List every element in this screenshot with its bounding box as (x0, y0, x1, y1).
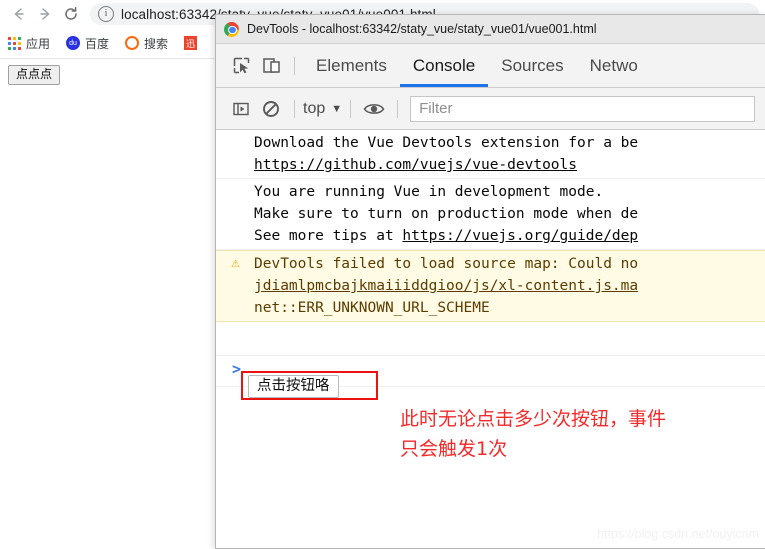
tab-elements[interactable]: Elements (303, 44, 400, 87)
console-line: You are running Vue in development mode. (254, 184, 604, 200)
console-line: DevTools failed to load source map: Coul… (254, 256, 639, 272)
console-message-list[interactable]: Download the Vue Devtools extension for … (216, 130, 765, 548)
console-line-text: See more tips at (254, 228, 403, 244)
clear-console-icon[interactable] (256, 94, 286, 124)
console-line-link[interactable]: jdiamlpmcbajkmaiiiddgioo/js/xl-content.j… (254, 275, 765, 297)
device-toolbar-icon[interactable] (256, 51, 286, 81)
tab-network[interactable]: Netwo (577, 44, 651, 87)
console-line: Download the Vue Devtools extension for … (254, 135, 639, 151)
console-line: net::ERR_UNKNOWN_URL_SCHEME (254, 300, 490, 316)
devtools-tabbar: Elements Console Sources Netwo (216, 44, 765, 88)
console-message-dev-mode[interactable]: You are running Vue in development mode.… (216, 179, 765, 250)
annotated-demo-button[interactable]: 点击按钮咯 (248, 375, 339, 399)
warning-triangle-icon: ⚠ (231, 255, 240, 271)
devtools-window: DevTools - localhost:63342/staty_vue/sta… (215, 14, 765, 549)
devtools-titlebar: DevTools - localhost:63342/staty_vue/sta… (216, 15, 765, 44)
console-toolbar-divider-1 (294, 99, 295, 118)
console-toolbar-divider-3 (397, 99, 399, 118)
console-sidebar-toggle-icon[interactable] (226, 94, 256, 124)
bookmark-apps[interactable]: 应用 (8, 35, 50, 52)
execution-context-label: top (303, 99, 326, 117)
vue-devtools-link[interactable]: https://github.com/vuejs/vue-devtools (254, 157, 577, 173)
watermark-text: https://blog.csdn.net/ouyicnm (597, 527, 759, 541)
source-map-url-link[interactable]: jdiamlpmcbajkmaiiiddgioo/js/xl-content.j… (254, 278, 638, 294)
console-message-vue-devtools[interactable]: Download the Vue Devtools extension for … (216, 130, 765, 179)
bookmark-extension[interactable]: 迅 (184, 36, 198, 50)
site-info-icon[interactable]: i (98, 6, 114, 22)
bookmark-apps-label: 应用 (26, 36, 51, 51)
extension-icon: 迅 (184, 36, 198, 50)
live-expression-eye-icon[interactable] (359, 94, 389, 124)
forward-icon[interactable] (32, 1, 58, 27)
toolbar-divider (294, 56, 295, 75)
devtools-title: DevTools - localhost:63342/staty_vue/sta… (247, 22, 597, 36)
console-toolbar: top ▼ Filter (216, 88, 765, 130)
so-search-icon (125, 36, 140, 50)
inspect-element-icon[interactable] (226, 51, 256, 81)
apps-grid-icon (8, 36, 21, 50)
console-filter-input[interactable]: Filter (410, 95, 755, 122)
console-line: See more tips at https://vuejs.org/guide… (254, 225, 765, 247)
console-line-link[interactable]: https://github.com/vuejs/vue-devtools (254, 154, 765, 176)
back-icon[interactable] (6, 1, 32, 27)
console-filter-placeholder: Filter (419, 100, 453, 117)
bookmark-baidu-label: 百度 (85, 36, 110, 51)
tab-sources[interactable]: Sources (488, 44, 576, 87)
console-prompt-caret-icon: > (232, 360, 242, 378)
baidu-icon: du (66, 36, 81, 50)
vue-deployment-link[interactable]: https://vuejs.org/guide/dep (402, 228, 638, 244)
console-prompt-row[interactable] (216, 322, 765, 356)
tab-console[interactable]: Console (399, 44, 489, 87)
reload-icon[interactable] (58, 1, 84, 27)
console-line: Make sure to turn on production mode whe… (254, 206, 639, 222)
bookmark-search[interactable]: 搜索 (125, 35, 168, 52)
page-demo-button[interactable]: 点点点 (8, 65, 61, 85)
console-toolbar-divider-2 (350, 99, 352, 118)
screenshot-root: i localhost:63342/staty_vue/staty_vue01/… (0, 0, 765, 549)
console-message-source-map-warning[interactable]: ⚠ DevTools failed to load source map: Co… (216, 250, 765, 322)
bookmark-baidu[interactable]: du 百度 (66, 35, 109, 52)
chevron-down-icon: ▼ (331, 102, 343, 115)
chrome-logo-icon (224, 21, 239, 37)
bookmark-search-label: 搜索 (144, 36, 169, 51)
annotation-note-text: 此时无论点击多少次按钮，事件 只会触发1次 (400, 408, 667, 460)
execution-context-dropdown[interactable]: top ▼ (303, 100, 342, 118)
